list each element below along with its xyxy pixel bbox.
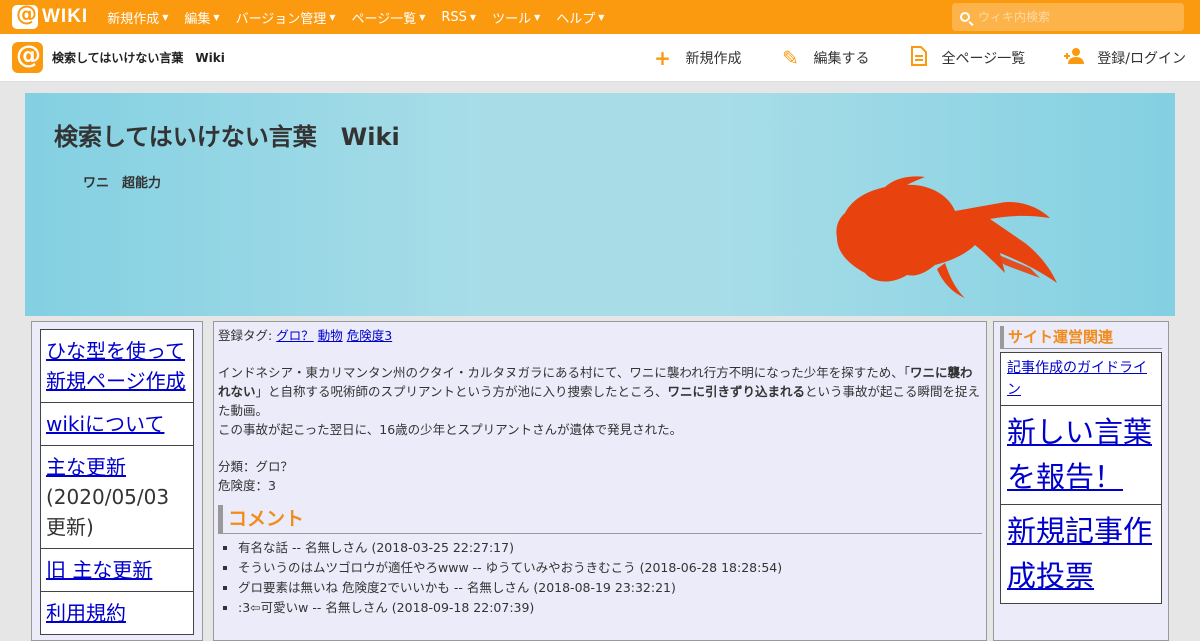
login-button[interactable]: 登録/ログイン (1063, 46, 1186, 70)
new-page-label: 新規作成 (685, 51, 742, 67)
menu-tools-label: ツール (492, 11, 532, 27)
edit-button[interactable]: ✎ 編集する (780, 46, 870, 70)
comment-list: 有名な話 -- 名無しさん (2018-03-25 22:27:17) そういう… (238, 538, 982, 618)
right-menu-item: 新規記事作成投票 (1000, 504, 1162, 604)
danger-line: 危険度：3 (218, 478, 276, 493)
text-span: 」と自称する呪術師のスプリアントという方が池に入り捜索したところ、 (255, 384, 668, 399)
left-menu-item: wikiについて (40, 402, 194, 446)
menu-version-label: バージョン管理 (235, 11, 327, 27)
caret-down-icon: ▼ (213, 12, 220, 22)
site-name[interactable]: 検索してはいけない言葉 Wiki (52, 49, 225, 66)
banner-title: 検索してはいけない言葉 Wiki (54, 123, 400, 151)
old-updates-link[interactable]: 旧 主な更新 (46, 558, 152, 582)
site-banner: 検索してはいけない言葉 Wiki ワニ 超能力 (25, 93, 1175, 316)
tag-link[interactable]: グロ？ (276, 328, 314, 343)
login-label: 登録/ログイン (1097, 51, 1186, 67)
menu-edit[interactable]: 編集 ▼ (184, 8, 219, 27)
tag-link[interactable]: 危険度3 (347, 328, 392, 343)
search-icon (960, 12, 970, 22)
guideline-link[interactable]: 記事作成のガイドライン (1007, 360, 1147, 398)
caret-down-icon: ▼ (469, 12, 477, 22)
right-menu-heading: サイト運営関連 (1000, 326, 1162, 349)
comment-item: そういうのはムツゴロウが適任やろwww -- ゆうていみやおうきむこう (201… (238, 558, 982, 578)
site-bar: 検索してはいけない言葉 Wiki + 新規作成 ✎ 編集する 全ページ一覧 登録/ロ… (0, 34, 1200, 82)
comment-item: 有名な話 -- 名無しさん (2018-03-25 22:27:17) (238, 538, 982, 558)
right-menu-item: 記事作成のガイドライン (1000, 352, 1162, 406)
menu-new[interactable]: 新規作成 ▼ (107, 8, 168, 27)
new-page-button[interactable]: + 新規作成 (652, 46, 742, 70)
all-pages-label: 全ページ一覧 (941, 51, 1026, 67)
edit-label: 編集する (813, 51, 870, 67)
menu-pages-label: ページ一覧 (351, 11, 417, 27)
banner-subtitle: ワニ 超能力 (83, 176, 162, 191)
caret-down-icon: ▼ (419, 12, 426, 22)
left-menu-item: 主な更新 (2020/05/03更新) (40, 445, 194, 549)
caret-down-icon: ▼ (329, 12, 336, 22)
comments-heading: コメント (218, 505, 982, 534)
at-logo-icon (12, 2, 38, 29)
plus-icon: + (654, 46, 671, 70)
right-menu: サイト運営関連 記事作成のガイドライン 新しい言葉を報告！ 新規記事作成投票 (993, 321, 1169, 641)
logo-text: WIKI (42, 6, 89, 27)
comment-item: グロ要素は無いね 危険度2でいいかも -- 名無しさん (2018-08-19 … (238, 578, 982, 598)
terms-link[interactable]: 利用規約 (46, 601, 126, 625)
menu-edit-label: 編集 (184, 11, 211, 27)
tags-label: 登録タグ: (218, 328, 273, 343)
left-menu-item: 利用規約 (40, 591, 194, 635)
article-paragraph: この事故が起こった翌日に、16歳の少年とスプリアントさんが遺体で発見された。 (218, 422, 683, 437)
new-article-vote-link[interactable]: 新規記事作成投票 (1007, 514, 1152, 593)
menu-new-label: 新規作成 (107, 11, 160, 27)
tag-list: 登録タグ: グロ？ 動物 危険度3 (218, 326, 982, 345)
top-menu: 新規作成 ▼ 編集 ▼ バージョン管理 ▼ ページ一覧 ▼ RSS ▼ ツール ▼ ヘルプ ▼ (107, 8, 620, 27)
menu-help-label: ヘルプ (556, 11, 596, 27)
tag-link[interactable]: 動物 (318, 328, 343, 343)
search-input[interactable] (978, 10, 1168, 24)
new-from-template-link[interactable]: ひな型を使って新規ページ作成 (46, 339, 186, 393)
menu-rss-label: RSS (441, 9, 467, 25)
menu-pages[interactable]: ページ一覧 ▼ (351, 8, 425, 27)
document-icon (908, 45, 930, 71)
wiki-search (952, 3, 1184, 31)
menu-version[interactable]: バージョン管理 ▼ (236, 8, 336, 27)
menu-rss[interactable]: RSS ▼ (441, 8, 476, 27)
report-word-link[interactable]: 新しい言葉を報告！ (1007, 415, 1152, 494)
site-logo-icon[interactable] (12, 40, 43, 73)
right-menu-item: 新しい言葉を報告！ (1000, 405, 1162, 505)
main-updates-link[interactable]: 主な更新 (46, 455, 126, 479)
bold-text: ワニに引きずり込まれる (667, 384, 806, 399)
text-span: インドネシア・東カリマンタン州のクタイ・カルタヌガラにある村にて、ワニに襲われ行… (218, 365, 911, 380)
menu-help[interactable]: ヘルプ ▼ (556, 8, 604, 27)
left-menu-item: 旧 主な更新 (40, 548, 194, 592)
goldfish-image (836, 176, 1057, 298)
about-wiki-link[interactable]: wikiについて (46, 412, 164, 436)
site-actions: + 新規作成 ✎ 編集する 全ページ一覧 登録/ログイン (614, 34, 1186, 82)
article-paragraph: インドネシア・東カリマンタン州のクタイ・カルタヌガラにある村にて、ワニに襲われ行… (218, 363, 982, 420)
article-body: 登録タグ: グロ？ 動物 危険度3 インドネシア・東カリマンタン州のクタイ・カル… (213, 321, 987, 641)
top-bar: WIKI 新規作成▼ 編集▼ バージョン管理▼ ページ一覧▼ RSS▼ ツール▼… (0, 0, 1200, 34)
user-add-icon (1063, 46, 1085, 70)
left-menu-item: ひな型を使って新規ページ作成 (40, 329, 194, 403)
main-updates-note: (2020/05/03更新) (46, 485, 170, 539)
content-area: ひな型を使って新規ページ作成 wikiについて 主な更新 (2020/05/03更… (25, 316, 1175, 641)
caret-down-icon: ▼ (598, 12, 605, 22)
comment-item: :3⇦可愛いw -- 名無しさん (2018-09-18 22:07:39) (238, 598, 982, 618)
category-line: 分類：グロ？ (218, 459, 294, 474)
caret-down-icon: ▼ (162, 12, 169, 22)
caret-down-icon: ▼ (534, 12, 541, 22)
atwiki-logo[interactable]: WIKI (12, 2, 89, 29)
pencil-icon: ✎ (782, 46, 799, 70)
all-pages-button[interactable]: 全ページ一覧 (908, 45, 1026, 71)
left-menu: ひな型を使って新規ページ作成 wikiについて 主な更新 (2020/05/03更… (31, 321, 203, 641)
menu-tools[interactable]: ツール ▼ (492, 8, 540, 27)
